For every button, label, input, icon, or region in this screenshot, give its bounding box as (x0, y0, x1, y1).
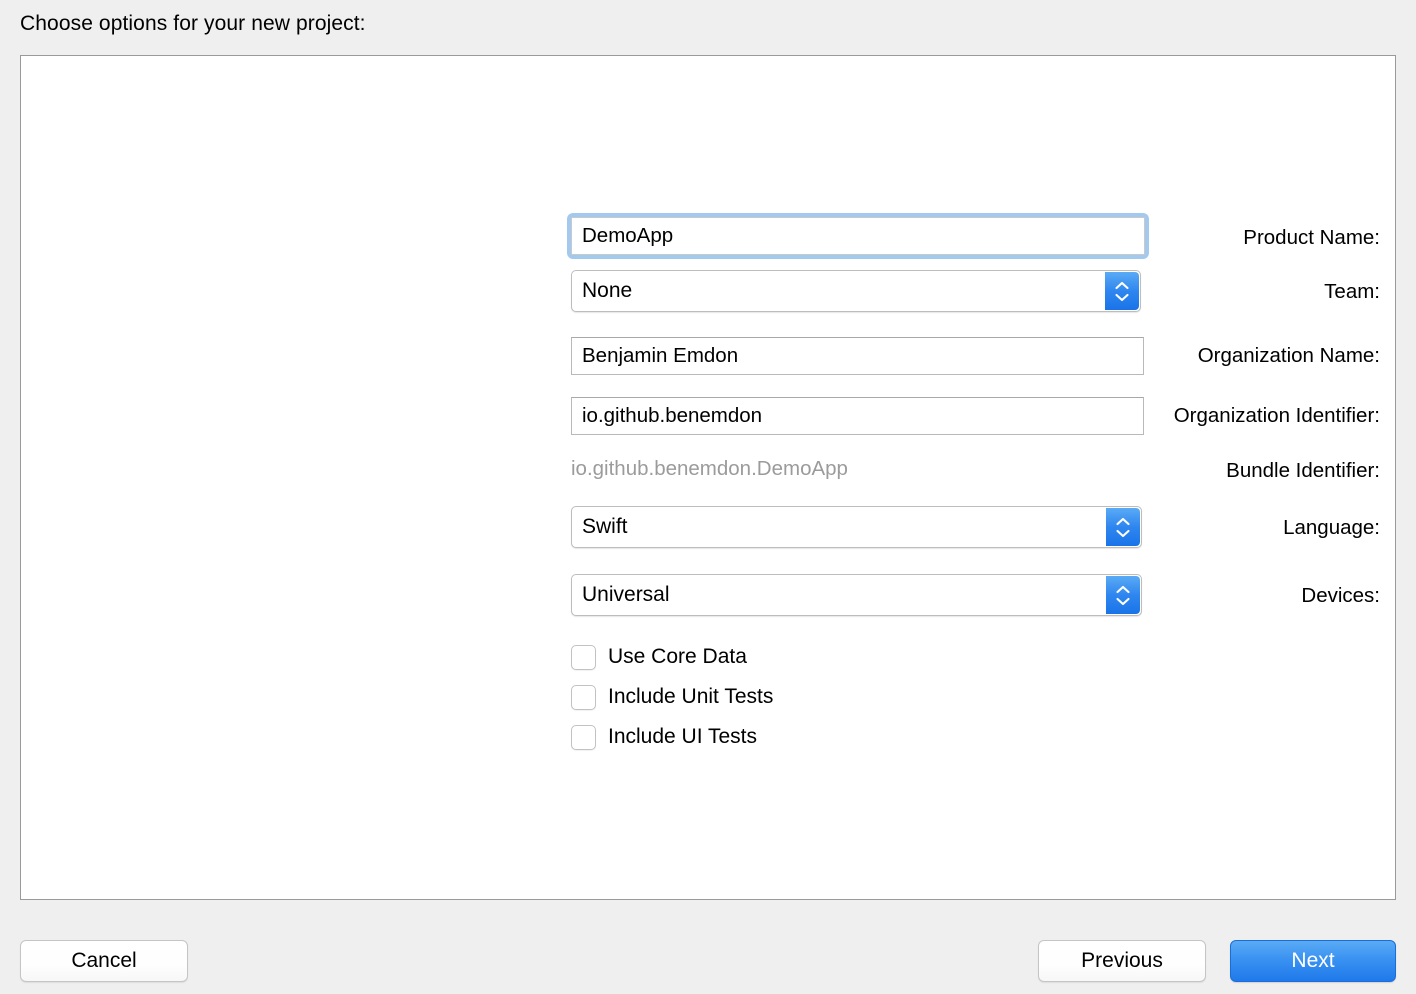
devices-select[interactable]: Universal (571, 574, 1142, 616)
bundle-identifier-value: io.github.benemdon.DemoApp (571, 457, 848, 480)
page-title: Choose options for your new project: (20, 12, 366, 35)
language-popup-wrapper: Swift (571, 506, 1142, 548)
devices-selected-value: Universal (582, 583, 670, 606)
language-selected-value: Swift (582, 515, 628, 538)
chevron-up-down-icon[interactable] (1106, 576, 1140, 614)
next-button[interactable]: Next (1230, 940, 1396, 982)
devices-popup-wrapper: Universal (571, 574, 1142, 616)
cancel-button[interactable]: Cancel (20, 940, 188, 982)
checkbox-box-icon[interactable] (571, 684, 596, 710)
team-popup-wrapper: None (571, 270, 1141, 312)
checkbox-use-core-data[interactable]: Use Core Data (571, 642, 747, 672)
chevron-up-down-icon[interactable] (1106, 508, 1140, 546)
organization-identifier-input[interactable]: io.github.benemdon (571, 397, 1144, 435)
checkbox-include-ui-tests[interactable]: Include UI Tests (571, 722, 757, 752)
language-select[interactable]: Swift (571, 506, 1142, 548)
options-content-panel: Product Name: DemoApp Team: None Organiz… (20, 55, 1396, 900)
new-project-options-dialog: Choose options for your new project: Pro… (0, 0, 1416, 994)
team-selected-value: None (582, 279, 633, 302)
bundle-identifier-wrapper: io.github.benemdon.DemoApp (571, 450, 848, 488)
checkbox-label-use-core-data: Use Core Data (608, 645, 747, 668)
team-select[interactable]: None (571, 270, 1141, 312)
organization-name-input[interactable]: Benjamin Emdon (571, 337, 1144, 375)
organization-identifier-wrapper: io.github.benemdon (571, 397, 1144, 435)
checkbox-label-include-ui-tests: Include UI Tests (608, 725, 758, 748)
organization-name-wrapper: Benjamin Emdon (571, 337, 1144, 375)
chevron-up-down-icon[interactable] (1105, 272, 1139, 310)
checkbox-box-icon[interactable] (571, 644, 596, 670)
bundle-identifier-label: Bundle Identifier: (1226, 459, 1380, 482)
previous-button[interactable]: Previous (1038, 940, 1206, 982)
product-name-focus-ring: DemoApp (567, 213, 1149, 259)
checkbox-box-icon[interactable] (571, 724, 596, 750)
checkbox-include-unit-tests[interactable]: Include Unit Tests (571, 682, 773, 712)
product-name-input[interactable]: DemoApp (571, 217, 1145, 255)
checkbox-label-include-unit-tests: Include Unit Tests (608, 685, 774, 708)
